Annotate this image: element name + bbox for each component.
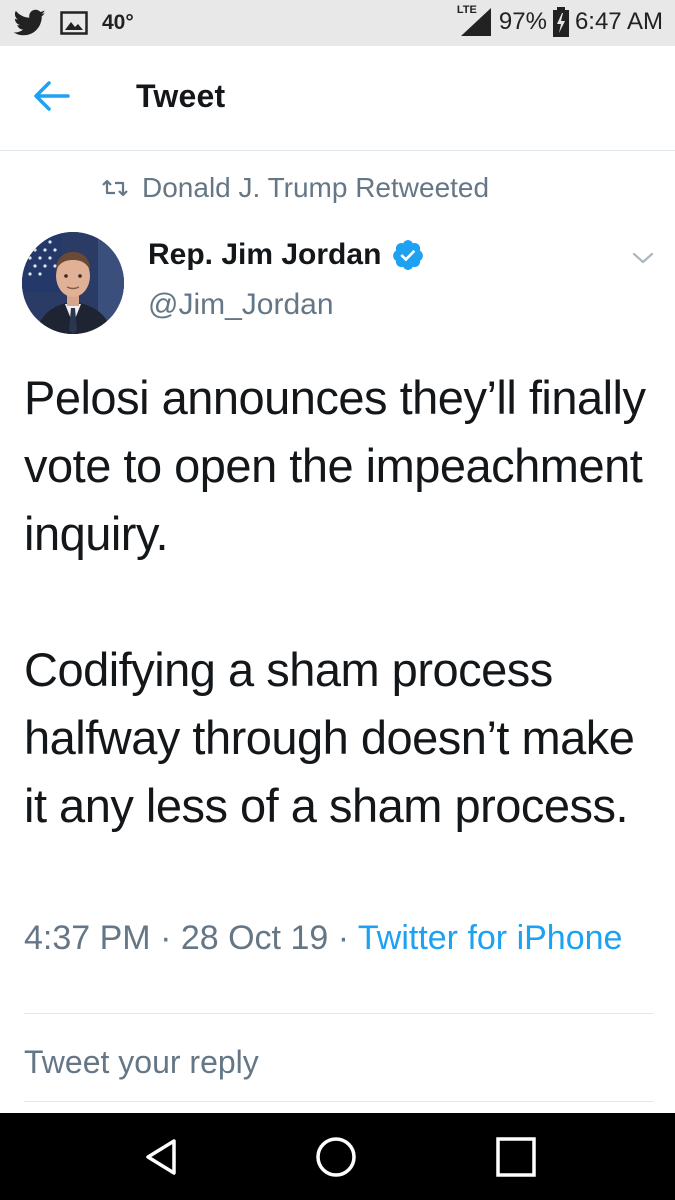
retweet-context-label: Donald J. Trump Retweeted <box>142 172 490 203</box>
temperature-label: 40° <box>102 11 134 34</box>
status-bar: 40° LTE 97% 6:47 AM <box>0 0 675 46</box>
back-arrow-icon[interactable] <box>32 80 72 112</box>
nav-recents-icon[interactable] <box>494 1135 538 1179</box>
twitter-bird-icon <box>14 9 46 36</box>
page-title: Tweet <box>136 78 226 114</box>
battery-percent: 97% <box>498 8 547 35</box>
avatar[interactable] <box>22 232 124 334</box>
android-nav-bar <box>0 1113 675 1200</box>
tweet-source-link[interactable]: Twitter for iPhone <box>358 919 623 957</box>
app-header: Tweet <box>0 46 675 151</box>
lte-signal-icon: LTE <box>457 4 493 38</box>
battery-charging-icon <box>552 7 569 37</box>
chevron-down-icon[interactable] <box>628 246 658 270</box>
meta-separator: · <box>150 919 181 957</box>
tweet-timestamp: 4:37 PM <box>24 919 151 957</box>
tweet-date: 28 Oct 19 <box>180 919 329 957</box>
clock: 6:47 AM <box>574 8 663 35</box>
verified-badge-icon <box>393 240 424 270</box>
author-handle[interactable]: @Jim_Jordan <box>148 288 334 322</box>
nav-back-icon[interactable] <box>140 1135 184 1179</box>
retweet-icon <box>102 179 128 197</box>
reply-input[interactable]: Tweet your reply <box>24 1044 259 1081</box>
retweet-context[interactable]: Donald J. Trump Retweeted <box>102 172 489 204</box>
author-name-row[interactable]: Rep. Jim Jordan <box>148 238 425 272</box>
reply-underline <box>24 1101 653 1102</box>
avatar-image <box>22 232 124 334</box>
nav-home-icon[interactable] <box>314 1135 358 1179</box>
tweet-meta: 4:37 PM · 28 Oct 19 · Twitter for iPhone <box>24 914 654 962</box>
tweet-text: Pelosi announces they’ll finally vote to… <box>24 364 664 840</box>
author-name: Rep. Jim Jordan <box>148 238 382 271</box>
tweet-paragraph: Codifying a sham process halfway through… <box>24 643 635 832</box>
tweet-paragraph: Pelosi announces they’ll finally vote to… <box>24 371 646 560</box>
divider <box>24 1013 653 1014</box>
image-notification-icon <box>60 11 88 35</box>
meta-separator: · <box>328 919 358 957</box>
